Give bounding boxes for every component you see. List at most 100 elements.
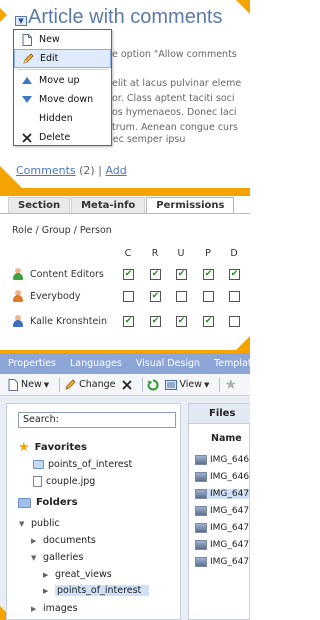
toolbar-divider [141,377,143,392]
view-icon [164,379,177,390]
tree-item-great-views[interactable]: great_views [55,569,112,580]
menu-item-hidden[interactable]: Hidden [14,109,111,128]
permissions-panel: Section Meta-info Permissions Role / Gro… [0,188,250,350]
close-icon [121,379,132,390]
delete-button[interactable] [121,379,132,390]
permission-checkbox[interactable]: ✔ [176,269,187,280]
file-row[interactable]: IMG_647 [195,506,249,516]
orange-band [0,188,250,196]
file-row[interactable]: IMG_646 [195,472,249,482]
file-row[interactable]: IMG_647 [195,540,249,550]
search-input[interactable]: Search: [18,412,176,428]
file-name: IMG_646 [210,455,250,465]
chevron-right-icon[interactable]: ▶ [43,571,48,579]
pencil-icon [21,52,34,65]
file-row[interactable]: IMG_646 [195,455,249,465]
permission-checkbox[interactable]: ✔ [150,291,161,302]
body-line: os hymenaeos. Donec laci [112,107,237,118]
file-icon [33,476,42,487]
menu-properties[interactable]: Properties [0,358,62,369]
change-button[interactable]: Change [64,378,116,391]
file-row[interactable]: IMG_647 [195,523,249,533]
favorite-button[interactable]: ★ [224,377,237,393]
menu-templates[interactable]: Templates [206,358,250,369]
menu-item-delete[interactable]: Delete [14,128,111,147]
folder-icon [18,497,31,508]
file-row[interactable]: IMG_647 [195,489,250,499]
tab-section[interactable]: Section [8,197,71,213]
tree-item-documents[interactable]: documents [43,535,96,546]
menu-item-move-down[interactable]: Move down [14,90,111,109]
toolbar-divider [219,377,221,392]
new-button[interactable]: New ▼ [8,378,49,391]
permission-checkbox[interactable]: ✔ [123,316,134,327]
menu-divider [17,69,108,70]
permission-checkbox[interactable] [203,291,214,302]
chevron-right-icon[interactable]: ▶ [43,587,48,595]
body-line [112,63,241,78]
image-icon [195,489,207,499]
menu-item-edit[interactable]: Edit [14,49,111,68]
chevron-down-icon[interactable]: ▼ [31,554,36,562]
navigation-pane: Search: ★ Favorites points_of_interest c… [6,403,181,620]
permission-checkbox[interactable]: ✔ [150,269,161,280]
file-name: IMG_647 [210,540,250,550]
permission-checkbox[interactable] [229,291,240,302]
menu-visual-design[interactable]: Visual Design [128,358,206,369]
add-comment-link[interactable]: Add [105,164,126,177]
orange-marker-left [0,8,7,22]
menu-languages[interactable]: Languages [62,358,128,369]
tree-item-galleries[interactable]: galleries [43,552,83,563]
permission-checkbox[interactable] [176,291,187,302]
menu-item-new[interactable]: New [14,30,111,49]
permission-checkbox[interactable] [229,316,240,327]
view-label: View [179,379,203,390]
tree-label: galleries [43,552,84,563]
file-row[interactable]: IMG_647 [195,557,249,567]
chevron-down-icon[interactable]: ▼ [19,520,24,528]
menu-bar: Properties Languages Visual Design Templ… [0,353,250,374]
refresh-icon [147,378,159,390]
file-name: IMG_647 [210,506,250,516]
tree-label: points_of_interest [57,585,142,596]
permission-checkbox[interactable]: ✔ [229,269,240,280]
tab-permissions[interactable]: Permissions [146,197,235,213]
permission-checkbox[interactable]: ✔ [176,316,187,327]
new-doc-icon [20,33,33,46]
person-icon [12,315,24,327]
column-header-u: U [177,248,185,259]
permission-checkbox[interactable]: ✔ [203,269,214,280]
file-name: IMG_647 [210,489,250,499]
blank-icon [20,112,33,125]
comments-link[interactable]: Comments [16,164,76,177]
toolbar: New ▼ Change View ▼ ★ [0,374,250,396]
favorite-item[interactable]: couple.jpg [33,476,95,487]
chevron-right-icon[interactable]: ▶ [31,605,36,613]
tab-meta-info[interactable]: Meta-info [71,197,146,213]
favorite-label: points_of_interest [48,459,133,470]
tree-item-points-of-interest[interactable]: points_of_interest [55,585,150,596]
role-name: Content Editors [30,268,104,280]
view-button[interactable]: View ▼ [164,379,209,390]
new-doc-icon [8,378,18,391]
name-column-header[interactable]: Name [211,433,242,444]
column-header-d: D [230,248,238,259]
permission-checkbox[interactable]: ✔ [123,269,134,280]
chevron-right-icon[interactable]: ▶ [31,537,36,545]
permission-checkbox[interactable]: ✔ [150,316,161,327]
tree-label: public [31,518,60,529]
column-header-c: C [124,248,132,259]
permission-row: Everybody [12,289,81,303]
toolbar-divider [59,377,61,392]
menu-item-move-up[interactable]: Move up [14,71,111,90]
favorite-item[interactable]: points_of_interest [33,459,132,470]
permission-checkbox[interactable] [123,291,134,302]
permission-checkbox[interactable]: ✔ [203,316,214,327]
refresh-button[interactable] [147,378,159,391]
column-header-r: R [151,248,159,259]
context-menu: New Edit Move up Move down Hidden Delete [13,29,112,146]
tree-item-public[interactable]: public [31,518,60,529]
chevron-down-icon[interactable]: ▼ [15,16,27,26]
menu-label: Move up [39,75,80,86]
tree-item-images[interactable]: images [43,603,78,614]
